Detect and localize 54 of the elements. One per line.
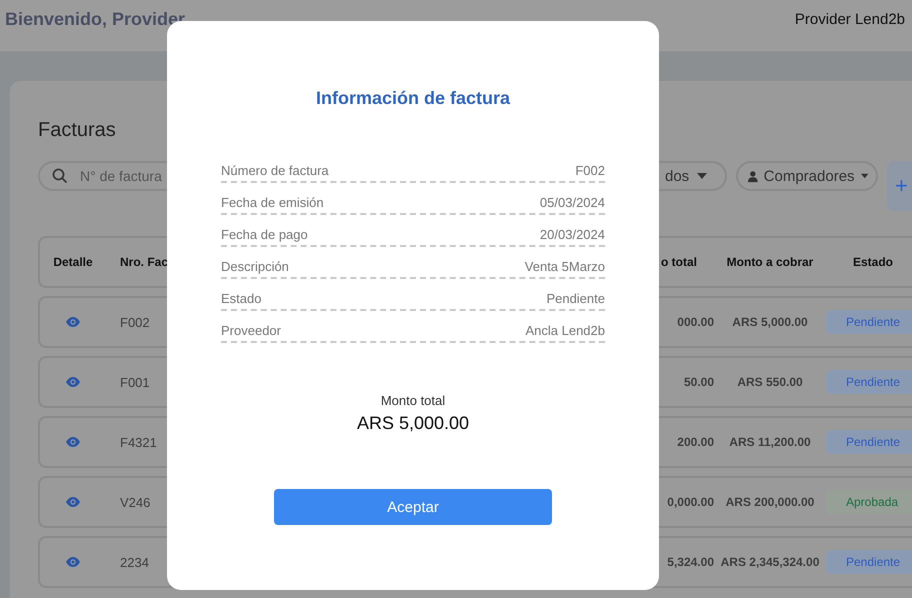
search-icon [52, 168, 68, 184]
field-value: F002 [575, 163, 605, 178]
field-value: 05/03/2024 [540, 195, 605, 210]
table-cell: 0,000.00 [667, 495, 714, 509]
user-name: Provider Lend2b [794, 10, 905, 28]
table-cell: ARS 11,200.00 [729, 435, 811, 449]
status-badge: Aprobada [826, 490, 912, 514]
status-badge: Pendiente [826, 550, 912, 574]
table-cell: 200.00 [677, 435, 714, 449]
table-cell: ARS 2,345,324.00 [720, 555, 820, 569]
table-cell-text: 2234 [119, 554, 150, 570]
total-label: Monto total [380, 393, 446, 408]
total-amount: ARS 5,000.00 [356, 413, 470, 434]
column-header: Monto a cobrar [726, 255, 814, 269]
field-label: Descripción [221, 259, 289, 274]
caret-icon [860, 173, 868, 179]
table-cell: 5,324.00 [667, 555, 714, 569]
field-label: Fecha de pago [221, 227, 308, 242]
field-value: Pendiente [546, 291, 605, 306]
column-header: Estado [852, 255, 894, 269]
field-label: Número de factura [221, 163, 329, 178]
eye-icon[interactable] [66, 317, 80, 327]
eye-icon[interactable] [66, 437, 80, 447]
column-header: Nro. Fac [119, 255, 169, 269]
status-badge: Pendiente [826, 430, 912, 454]
table-cell-text: F001 [119, 374, 151, 390]
status-badge: Pendiente [826, 310, 912, 334]
person-icon [748, 168, 758, 184]
dialog-title: Información de factura [316, 88, 510, 109]
caret-icon [697, 173, 708, 179]
eye-icon[interactable] [66, 377, 80, 387]
welcome-title: Bienvenido, Provider [5, 9, 186, 30]
field-label: Fecha de emisión [221, 195, 324, 210]
buyers-filter[interactable]: Compradores [736, 161, 878, 191]
table-cell: ARS 200,000.00 [726, 495, 814, 509]
field-label: Proveedor [221, 323, 281, 338]
table-cell: 50.00 [684, 375, 714, 389]
field-value: Ancla Lend2b [525, 323, 605, 338]
table-cell-text: F4321 [119, 434, 158, 450]
table-cell: ARS 5,000.00 [732, 315, 808, 329]
page-title: Facturas [38, 119, 117, 142]
eye-icon[interactable] [66, 557, 80, 567]
table-cell-text: V246 [119, 494, 152, 510]
table-cell-text: F002 [119, 314, 151, 330]
table-cell: 000.00 [677, 315, 714, 329]
column-header: o total [661, 255, 697, 269]
eye-icon[interactable] [66, 497, 80, 507]
table-cell: ARS 550.00 [737, 375, 803, 389]
status-badge: Pendiente [826, 370, 912, 394]
field-label: Estado [221, 291, 262, 306]
column-header: Detalle [52, 255, 94, 269]
accept-button[interactable]: Aceptar [274, 489, 552, 525]
field-value: Venta 5Marzo [524, 259, 605, 274]
field-value: 20/03/2024 [540, 227, 605, 242]
